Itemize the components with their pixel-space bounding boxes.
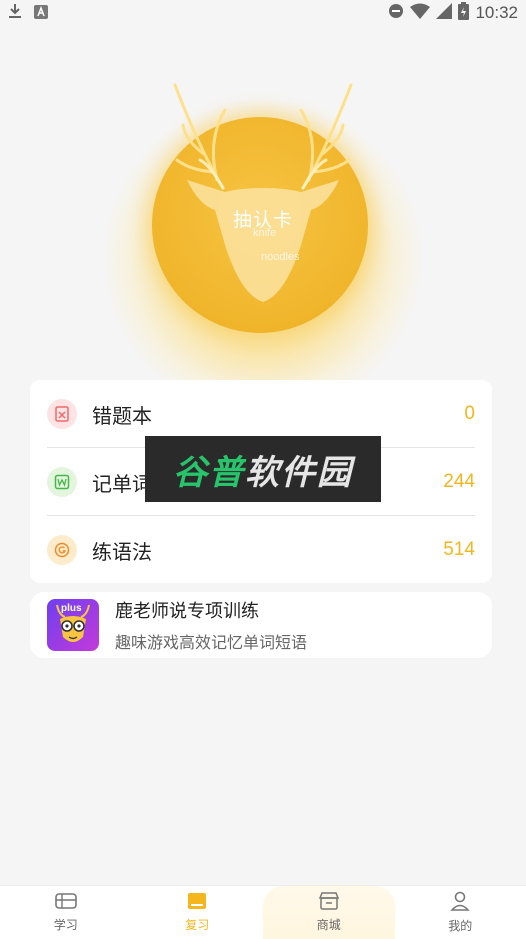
download-icon: [8, 3, 22, 23]
watermark-part2: 软件园: [245, 452, 353, 493]
profile-icon: [450, 891, 471, 914]
nav-review[interactable]: 复习: [132, 886, 264, 939]
list-item-grammar[interactable]: 练语法 514: [47, 516, 475, 584]
grammar-icon: [47, 535, 77, 565]
watermark-part1: 谷普: [173, 452, 245, 493]
nav-label: 复习: [185, 918, 210, 932]
list-item-count: 514: [443, 539, 475, 560]
dnd-icon: [388, 3, 404, 23]
review-icon: [187, 892, 207, 913]
deer-plus-icon: plus: [47, 599, 99, 651]
flashcard-hero[interactable]: 抽认卡 knife noodles: [105, 70, 421, 416]
watermark: 谷普 软件园: [145, 436, 381, 502]
nav-label: 我的: [448, 919, 473, 933]
list-item-label: 练语法: [92, 539, 152, 564]
nav-study[interactable]: 学习: [0, 886, 132, 939]
wrongbook-icon: [47, 399, 77, 429]
nav-label: 学习: [53, 918, 78, 932]
svg-text:plus: plus: [61, 603, 82, 614]
store-icon: [318, 892, 340, 913]
status-time: 10:32: [475, 3, 518, 22]
word-icon: [47, 467, 77, 497]
promo-title: 鹿老师说专项训练: [115, 601, 259, 622]
nav-store[interactable]: 商城: [263, 886, 395, 939]
promo-training-card[interactable]: plus 鹿老师说专项训练 趣味游戏高效记忆单词短语: [30, 592, 492, 658]
hero-word-2: noodles: [261, 251, 300, 263]
study-icon: [54, 892, 77, 913]
list-item-label: 错题本: [92, 403, 152, 428]
list-item-count: 0: [464, 403, 475, 424]
bottom-nav: 学习 复习 商城 我的: [0, 885, 526, 939]
nav-profile[interactable]: 我的: [395, 886, 526, 939]
battery-charging-icon: [458, 2, 470, 24]
list-item-count: 244: [443, 471, 475, 492]
font-icon: [34, 4, 48, 23]
wifi-icon: [410, 3, 431, 23]
signal-icon: [436, 3, 453, 23]
status-bar: 10:32: [0, 0, 526, 26]
nav-label: 商城: [316, 918, 341, 932]
hero-word-1: knife: [253, 227, 277, 239]
promo-subtitle: 趣味游戏高效记忆单词短语: [115, 633, 308, 652]
